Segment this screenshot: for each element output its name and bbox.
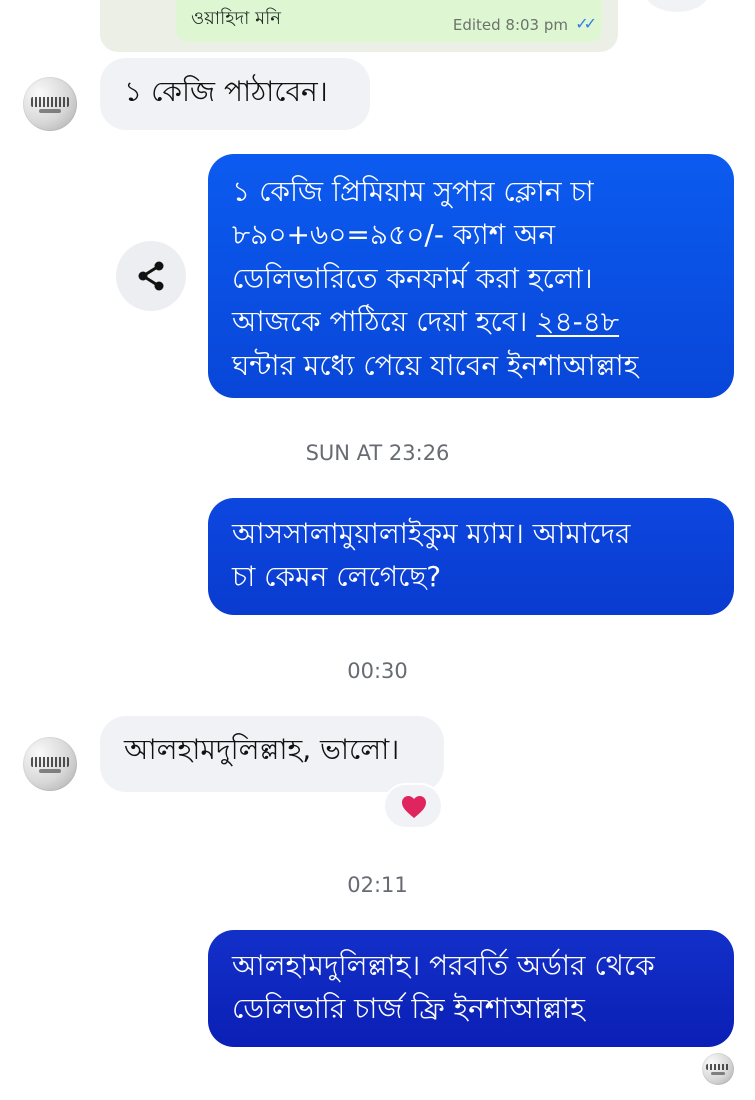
quoted-message-status: Edited 8:03 pm	[452, 16, 568, 34]
contact-avatar[interactable]	[23, 77, 77, 131]
message-line: আলহামদুলিল্লাহ। পরবর্তি অর্ডার থেকে	[232, 949, 655, 982]
quoted-message-card[interactable]: ওয়াহিদা মনি Edited 8:03 pm ✓✓	[100, 0, 618, 52]
incoming-message-text: ১ কেজি পাঠাবেন।	[124, 75, 328, 108]
message-line: ১ কেজি প্রিমিয়াম সুপার ক্লোন চা	[232, 175, 594, 208]
message-line: ৮৯০+৬০=৯৫০/- ক্যাশ অন	[232, 218, 556, 252]
delivery-time-link[interactable]: ২৪-৪৮	[536, 305, 619, 338]
incoming-message-bubble[interactable]: ১ কেজি পাঠাবেন।	[100, 58, 370, 130]
message-line: আজকে পাঠিয়ে দেয়া হবে। ২৪-৪৮	[232, 300, 710, 343]
message-reaction[interactable]	[383, 783, 443, 829]
share-button[interactable]	[116, 241, 186, 311]
timestamp-divider: 02:11	[347, 873, 408, 897]
message-text: আজকে পাঠিয়ে দেয়া হবে।	[232, 305, 537, 339]
timestamp-divider: 00:30	[347, 659, 408, 683]
avatar-logo-text	[31, 97, 69, 107]
message-line: আসসালামুয়ালাইকুম ম্যাম। আমাদের	[232, 517, 631, 550]
share-icon	[138, 261, 164, 291]
message-line: ডেলিভারিতে কনফার্ম করা হলো।	[232, 261, 593, 295]
avatar-logo-subtext	[39, 769, 61, 773]
double-check-icon: ✓✓	[575, 14, 597, 33]
quoted-sender-name: ওয়াহিদা মনি	[191, 8, 281, 29]
incoming-message-bubble[interactable]: আলহামদুলিল্লাহ, ভালো।	[100, 716, 444, 792]
avatar-logo-text	[706, 1064, 730, 1070]
heart-icon	[402, 796, 426, 818]
seen-avatar	[702, 1053, 734, 1085]
chat-screen: ওয়াহিদা মনি Edited 8:03 pm ✓✓ ১ কেজি পা…	[0, 0, 755, 1100]
outgoing-message-bubble[interactable]: আলহামদুলিল্লাহ। পরবর্তি অর্ডার থেকে ডেলি…	[208, 930, 734, 1047]
message-line: ঘন্টার মধ্যে পেয়ে যাবেন ইনশাআল্লাহ	[232, 348, 639, 382]
incoming-message-text: আলহামদুলিল্লাহ, ভালো।	[124, 733, 400, 766]
contact-avatar[interactable]	[23, 737, 77, 791]
outgoing-message-bubble[interactable]: ১ কেজি প্রিমিয়াম সুপার ক্লোন চা ৮৯০+৬০=…	[208, 154, 734, 398]
avatar-logo-subtext	[711, 1072, 725, 1075]
timestamp-divider: SUN AT 23:26	[305, 441, 450, 465]
message-line: চা কেমন লেগেছে?	[232, 560, 442, 594]
avatar-logo-text	[31, 757, 69, 767]
message-line: ডেলিভারি চার্জ ফ্রি ইনশাআল্লাহ	[232, 992, 585, 1026]
avatar-logo-subtext	[39, 109, 61, 113]
quoted-message-inner: ওয়াহিদা মনি Edited 8:03 pm ✓✓	[176, 0, 602, 42]
outgoing-message-bubble[interactable]: আসসালামুয়ালাইকুম ম্যাম। আমাদের চা কেমন …	[208, 498, 734, 615]
top-right-button[interactable]	[645, 0, 709, 12]
